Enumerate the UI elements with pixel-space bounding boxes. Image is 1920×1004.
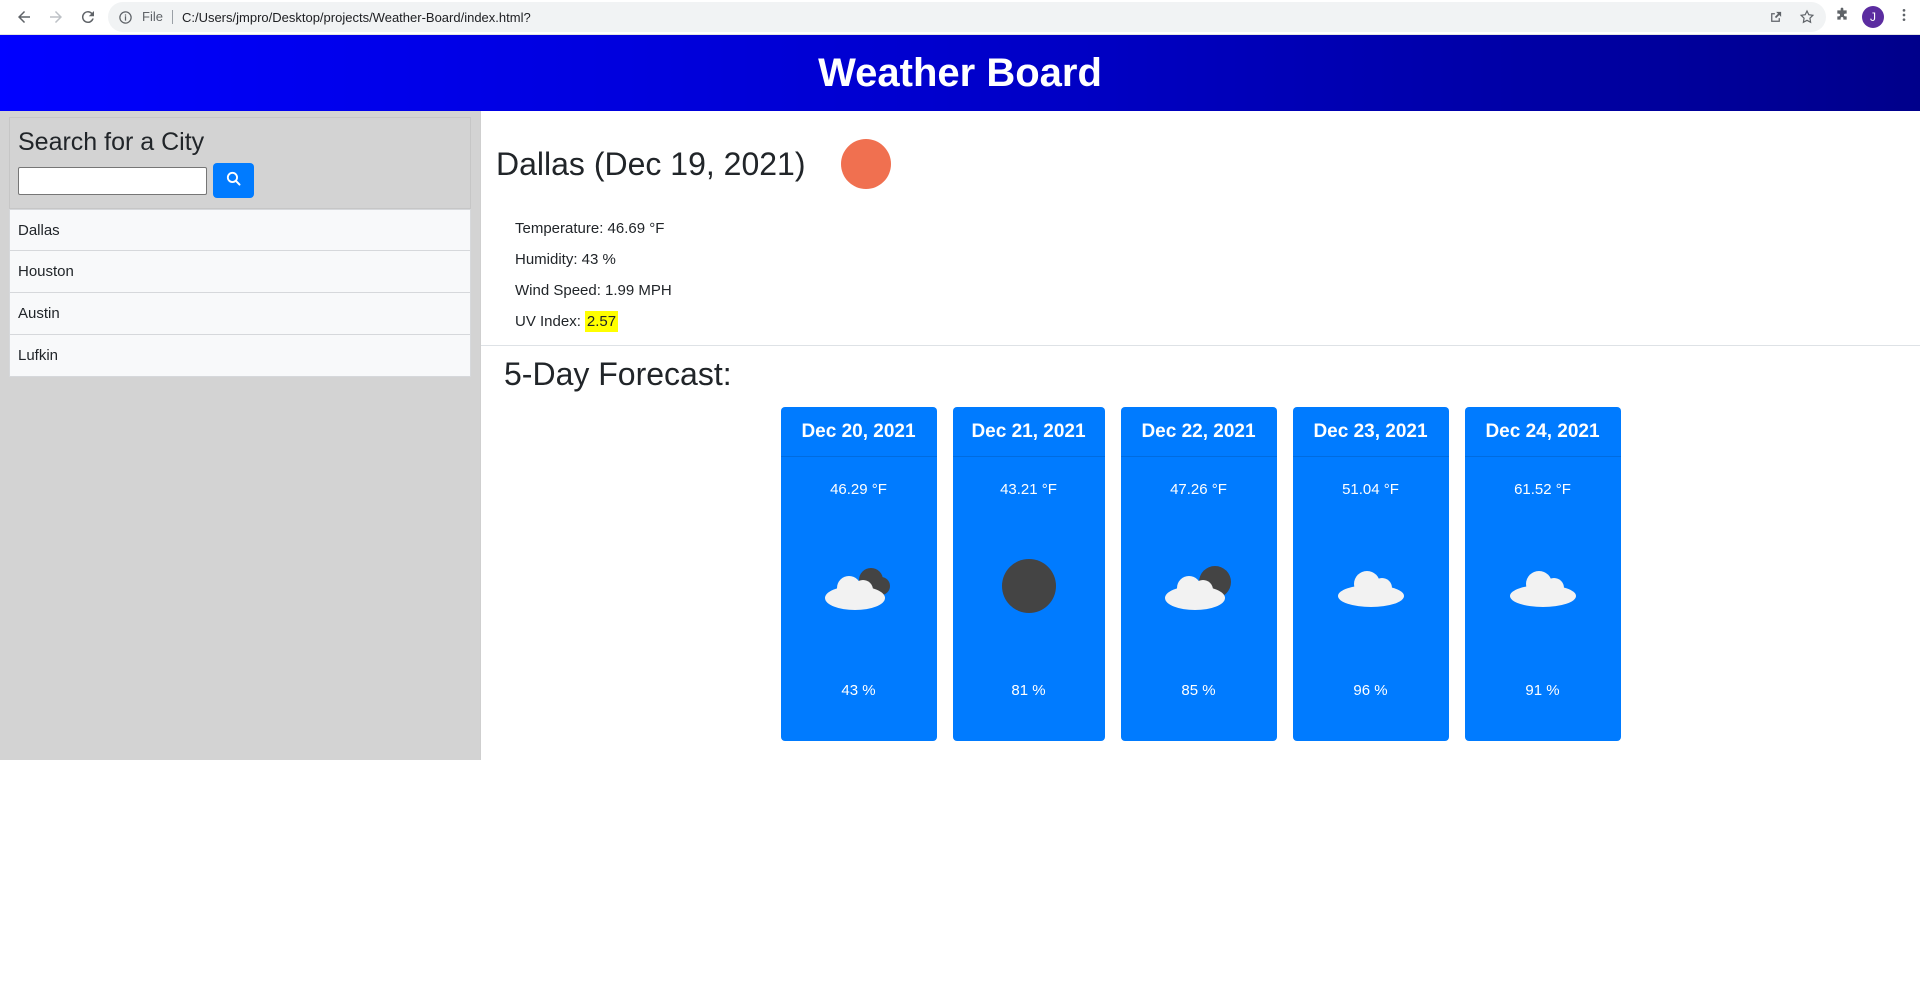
address-bar[interactable]: File C:/Users/jmpro/Desktop/projects/Wea… — [108, 2, 1826, 32]
file-scheme-label: File — [142, 10, 173, 24]
share-icon[interactable] — [1766, 8, 1784, 26]
forecast-humidity: 81 % — [1011, 682, 1046, 699]
sun-icon — [841, 139, 892, 189]
main-layout: Search for a City Dallas Houston Austin … — [0, 111, 1920, 760]
forecast-card: Dec 22, 2021 47.26 °F 85 % — [1120, 407, 1277, 741]
reload-icon[interactable] — [72, 1, 104, 33]
forecast-humidity: 85 % — [1181, 682, 1216, 699]
wind-speed-text: Wind Speed: 1.99 MPH — [515, 282, 672, 299]
weather-content: Dallas (Dec 19, 2021) Temperature: 46.69… — [481, 111, 1920, 760]
search-panel: Search for a City — [9, 117, 471, 209]
forecast-card: Dec 21, 2021 43.21 °F 81 % — [952, 407, 1105, 741]
forecast-cards: Dec 20, 2021 46.29 °F 43 % Dec 21, 2021 … — [504, 407, 1897, 741]
url-text[interactable]: C:/Users/jmpro/Desktop/projects/Weather-… — [182, 10, 1766, 25]
extensions-puzzle-icon[interactable] — [1834, 7, 1850, 28]
forecast-title: 5-Day Forecast: — [504, 356, 732, 392]
forecast-date: Dec 20, 2021 — [780, 407, 937, 457]
city-item[interactable]: Dallas — [9, 209, 471, 251]
forecast-humidity: 43 % — [841, 682, 876, 699]
current-stats: Temperature: 46.69 °F Humidity: 43 % Win… — [496, 213, 1905, 337]
search-button[interactable] — [213, 163, 254, 198]
forecast-temp: 43.21 °F — [1000, 481, 1057, 498]
city-search-input[interactable] — [18, 166, 207, 195]
overcast-icon — [989, 554, 1069, 618]
forecast-card: Dec 23, 2021 51.04 °F 96 % — [1292, 407, 1449, 741]
forward-arrow-icon[interactable] — [40, 1, 72, 33]
forecast-date: Dec 23, 2021 — [1292, 407, 1449, 457]
forecast-section: 5-Day Forecast: Dec 20, 2021 46.29 °F 43… — [481, 346, 1920, 741]
page-title: Weather Board — [818, 50, 1102, 95]
forecast-card: Dec 24, 2021 61.52 °F 91 % — [1464, 407, 1621, 741]
forecast-temp: 46.29 °F — [830, 481, 887, 498]
city-item[interactable]: Lufkin — [9, 335, 471, 377]
bookmark-star-icon[interactable] — [1798, 8, 1816, 26]
site-header: Weather Board — [0, 35, 1920, 111]
cloud-icon — [1331, 554, 1411, 618]
current-weather: Dallas (Dec 19, 2021) Temperature: 46.69… — [481, 111, 1920, 346]
forecast-humidity: 96 % — [1353, 682, 1388, 699]
profile-avatar[interactable]: J — [1862, 6, 1884, 28]
back-arrow-icon[interactable] — [8, 1, 40, 33]
browser-toolbar: File C:/Users/jmpro/Desktop/projects/Wea… — [0, 0, 1920, 35]
forecast-date: Dec 24, 2021 — [1464, 407, 1621, 457]
partly-cloudy-icon — [819, 554, 899, 618]
current-city-title: Dallas (Dec 19, 2021) — [496, 145, 806, 182]
city-item[interactable]: Houston — [9, 251, 471, 293]
uv-index-label: UV Index: — [515, 313, 581, 330]
city-history-list: Dallas Houston Austin Lufkin — [9, 209, 471, 377]
temperature-text: Temperature: 46.69 °F — [515, 220, 665, 237]
info-icon[interactable] — [118, 9, 134, 25]
partly-cloudy-icon — [1159, 554, 1239, 618]
cloud-icon — [1503, 554, 1583, 618]
sidebar: Search for a City Dallas Houston Austin … — [0, 111, 481, 760]
forecast-temp: 51.04 °F — [1342, 481, 1399, 498]
search-icon — [225, 170, 242, 192]
humidity-text: Humidity: 43 % — [515, 251, 616, 268]
forecast-temp: 47.26 °F — [1170, 481, 1227, 498]
kebab-menu-icon[interactable] — [1896, 7, 1912, 28]
forecast-card: Dec 20, 2021 46.29 °F 43 % — [780, 407, 937, 741]
forecast-humidity: 91 % — [1525, 682, 1560, 699]
forecast-date: Dec 22, 2021 — [1120, 407, 1277, 457]
forecast-date: Dec 21, 2021 — [952, 407, 1105, 457]
uv-index-row: UV Index: 2.57 — [515, 306, 1905, 337]
forecast-temp: 61.52 °F — [1514, 481, 1571, 498]
city-item[interactable]: Austin — [9, 293, 471, 335]
search-title: Search for a City — [18, 128, 205, 156]
uv-index-badge: 2.57 — [584, 311, 619, 332]
